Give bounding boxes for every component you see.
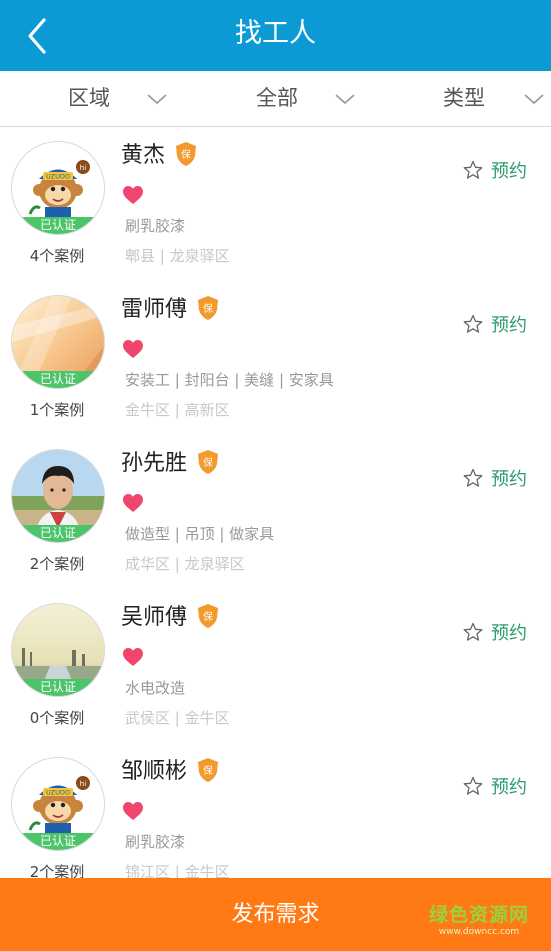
verified-badge: 已认证 (12, 371, 104, 388)
svg-text:UZUDO: UZUDO (46, 173, 70, 181)
book-label: 预约 (491, 161, 527, 182)
filter-region-label: 区域 (68, 86, 110, 110)
avatar[interactable]: UZUDO hi 已认证 (11, 141, 105, 235)
star-icon (463, 160, 483, 179)
book-label: 预约 (491, 315, 527, 336)
watermark-title: 绿色资源网 (428, 904, 529, 926)
book-label: 预约 (491, 623, 527, 644)
worker-name: 黄杰 保 (121, 141, 197, 171)
worker-card[interactable]: 已认证 2个案例 孙先胜保 做造型 | 吊顶 | 做家具 成华区 | 龙泉驿区 … (0, 435, 551, 590)
verified-badge: 已认证 (12, 217, 104, 234)
heart-icon (123, 494, 143, 512)
avatar[interactable]: 已认证 (11, 603, 105, 697)
worker-card[interactable]: UZUDO hi 已认证 2个案例 邹顺彬保 刷乳胶漆 锦江区 | 金牛区 预约 (0, 743, 551, 898)
heart-icon (123, 340, 143, 358)
heart-icon (123, 648, 143, 666)
filter-type-label: 类型 (443, 86, 485, 110)
worker-name: 孙先胜 保 (121, 449, 219, 479)
book-button[interactable]: 预约 (463, 619, 527, 647)
filter-all-label: 全部 (256, 86, 298, 110)
filter-region[interactable]: 区域 (68, 71, 188, 126)
worker-name-text: 雷师傅 (121, 297, 188, 322)
guarantee-badge-icon: 保 (198, 758, 219, 782)
skill-tags: 做造型 | 吊顶 | 做家具 (125, 525, 275, 543)
worker-card[interactable]: UZUDO hi 已认证 4个案例 黄杰 保 刷乳胶漆 郫县 | 龙泉驿区 预约 (0, 127, 551, 282)
book-button[interactable]: 预约 (463, 311, 527, 339)
worker-name-text: 邹顺彬 (121, 759, 188, 784)
worker-name: 邹顺彬 保 (121, 757, 219, 787)
service-area: 郫县 | 龙泉驿区 (125, 247, 230, 265)
worker-card[interactable]: 已认证 0个案例 吴师傅 保 水电改造 武侯区 | 金牛区 预约 (0, 589, 551, 744)
star-icon (463, 622, 483, 641)
heart-icon (123, 186, 143, 204)
svg-text:保: 保 (203, 302, 213, 315)
avatar[interactable]: UZUDO hi 已认证 (11, 757, 105, 851)
verified-badge: 已认证 (12, 833, 104, 850)
worker-name: 吴师傅 保 (121, 603, 219, 633)
skill-tags: 水电改造 (125, 679, 186, 697)
chevron-down-icon (147, 94, 167, 105)
guarantee-badge-icon: 保 (198, 296, 219, 320)
heart-icon (123, 802, 143, 820)
verified-badge: 已认证 (12, 679, 104, 696)
chevron-down-icon (524, 94, 544, 105)
worker-name-text: 黄杰 (121, 143, 166, 168)
guarantee-badge-icon: 保 (176, 142, 197, 166)
page-title: 找工人 (235, 18, 316, 49)
verified-badge: 已认证 (12, 525, 104, 542)
service-area: 武侯区 | 金牛区 (125, 709, 230, 727)
skill-tags: 安装工 | 封阳台 | 美缝 | 安家具 (125, 371, 334, 389)
worker-card[interactable]: 已认证 1个案例 雷师傅 保 安装工 | 封阳台 | 美缝 | 安家具 金牛区 |… (0, 281, 551, 436)
service-area: 金牛区 | 高新区 (125, 401, 230, 419)
filter-all[interactable]: 全部 (256, 71, 376, 126)
star-icon (463, 314, 483, 333)
watermark-url: www.downcc.com (438, 927, 520, 937)
book-label: 预约 (491, 469, 527, 490)
guarantee-badge-icon: 保 (198, 450, 219, 474)
star-icon (463, 468, 483, 487)
star-icon (463, 776, 483, 795)
watermark: 绿色资源网 www.downcc.com (429, 900, 529, 937)
guarantee-badge-icon: 保 (198, 604, 219, 628)
svg-text:保: 保 (203, 610, 213, 623)
svg-text:hi: hi (80, 780, 86, 788)
publish-request-button[interactable]: 发布需求 绿色资源网 www.downcc.com (0, 878, 551, 951)
case-count[interactable]: 1个案例 (0, 399, 114, 420)
worker-name-text: 孙先胜 (121, 451, 188, 476)
worker-name: 雷师傅 保 (121, 295, 219, 325)
service-area: 成华区 | 龙泉驿区 (125, 555, 245, 573)
book-label: 预约 (491, 777, 527, 798)
case-count[interactable]: 0个案例 (0, 707, 114, 728)
avatar[interactable]: 已认证 (11, 449, 105, 543)
filter-bar: 区域 全部 类型 (0, 71, 551, 127)
book-button[interactable]: 预约 (463, 465, 527, 493)
worker-name-text: 吴师傅 (121, 605, 188, 630)
filter-type[interactable]: 类型 (443, 71, 551, 126)
svg-text:hi: hi (80, 164, 86, 172)
skill-tags: 刷乳胶漆 (125, 833, 186, 851)
chevron-down-icon (335, 94, 355, 105)
svg-text:保: 保 (181, 148, 191, 161)
svg-text:保: 保 (203, 764, 213, 777)
case-count[interactable]: 2个案例 (0, 553, 114, 574)
book-button[interactable]: 预约 (463, 157, 527, 185)
top-bar: 找工人 (0, 0, 551, 71)
svg-text:UZUDO: UZUDO (46, 789, 70, 797)
case-count[interactable]: 4个案例 (0, 245, 114, 266)
skill-tags: 刷乳胶漆 (125, 217, 186, 235)
avatar[interactable]: 已认证 (11, 295, 105, 389)
book-button[interactable]: 预约 (463, 773, 527, 801)
svg-text:保: 保 (203, 456, 213, 469)
